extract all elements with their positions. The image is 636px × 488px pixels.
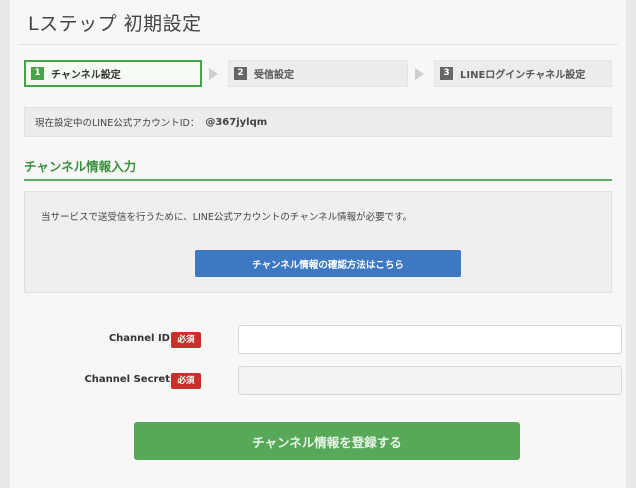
- title-divider: [18, 44, 618, 45]
- step-number-1: 1: [31, 67, 44, 80]
- register-channel-button[interactable]: チャンネル情報を登録する: [134, 422, 520, 460]
- channel-id-input[interactable]: [238, 325, 622, 354]
- info-box: 当サービスで送受信を行うために、LINE公式アカウントのチャンネル情報が必要です…: [24, 191, 612, 293]
- required-badge: 必須: [171, 373, 201, 389]
- channel-info-help-button[interactable]: チャンネル情報の確認方法はこちら: [195, 250, 461, 277]
- step-number-2: 2: [234, 67, 247, 80]
- required-badge: 必須: [171, 332, 201, 348]
- channel-secret-label: Channel Secret: [84, 374, 170, 385]
- channel-id-label: Channel ID: [108, 333, 170, 344]
- step-receive-settings[interactable]: 2 受信設定: [228, 60, 408, 87]
- info-notice: 当サービスで送受信を行うために、LINE公式アカウントのチャンネル情報が必要です…: [41, 212, 413, 223]
- setup-panel: Lステップ 初期設定 1 チャンネル設定 2 受信設定 3 LINEログインチャ…: [10, 0, 626, 488]
- current-account-bar: 現在設定中のLINE公式アカウントID： @367jylqm: [24, 107, 612, 137]
- section-divider: [24, 179, 612, 181]
- step-line-login-channel[interactable]: 3 LINEログインチャネル設定: [434, 60, 612, 87]
- step-channel-settings[interactable]: 1 チャンネル設定: [24, 60, 202, 87]
- step-label: チャンネル設定: [51, 70, 121, 81]
- section-title: チャンネル情報入力: [24, 159, 137, 174]
- step-label: LINEログインチャネル設定: [460, 70, 586, 81]
- step-number-3: 3: [440, 67, 453, 80]
- step-arrow-icon: [209, 68, 218, 80]
- step-label: 受信設定: [254, 70, 294, 81]
- step-arrow-icon: [415, 68, 424, 80]
- account-id: @367jylqm: [205, 116, 268, 128]
- channel-secret-input[interactable]: [238, 366, 622, 395]
- account-label: 現在設定中のLINE公式アカウントID：: [35, 118, 200, 129]
- page-title: Lステップ 初期設定: [28, 13, 202, 35]
